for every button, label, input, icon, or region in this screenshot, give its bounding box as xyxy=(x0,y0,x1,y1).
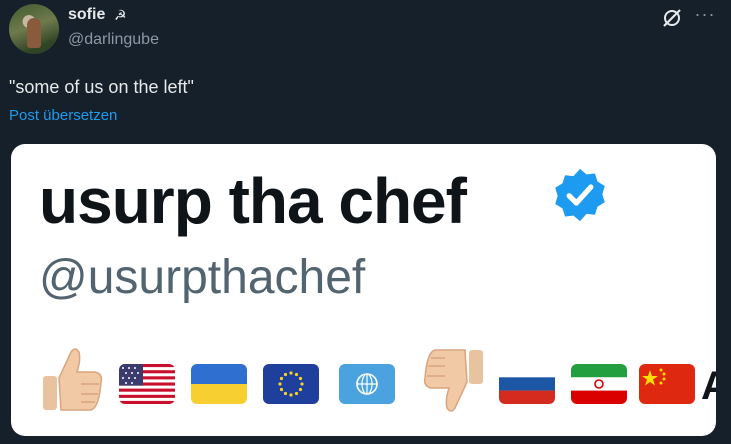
media-handle: @usurpthachef xyxy=(39,251,366,304)
more-options-button[interactable]: ··· xyxy=(692,5,718,26)
flag-iran-icon xyxy=(571,364,627,404)
flag-usa-icon xyxy=(119,364,175,404)
thumbs-down-icon xyxy=(423,349,483,412)
media-display-name: usurp tha chef xyxy=(39,165,467,237)
flag-russia-icon xyxy=(499,364,555,404)
media-trailing-text: A xyxy=(701,364,716,408)
hammer-sickle-icon: ☭ xyxy=(114,7,127,23)
flag-eu-icon xyxy=(263,364,319,404)
flag-un-icon xyxy=(339,364,395,404)
author-name[interactable]: sofie xyxy=(68,6,105,24)
translate-link[interactable]: Post übersetzen xyxy=(9,107,117,124)
author-handle[interactable]: @darlingube xyxy=(68,31,159,49)
grok-icon[interactable] xyxy=(661,7,683,29)
tweet-media-image[interactable]: usurp tha chef @usurpthachef A xyxy=(11,144,716,436)
thumbs-up-icon xyxy=(43,348,103,411)
verified-badge-icon xyxy=(555,168,605,222)
tweet-text: "some of us on the left" xyxy=(9,77,194,97)
avatar[interactable] xyxy=(9,4,59,54)
flag-china-icon xyxy=(639,364,695,404)
flag-ukraine-icon xyxy=(191,364,247,404)
